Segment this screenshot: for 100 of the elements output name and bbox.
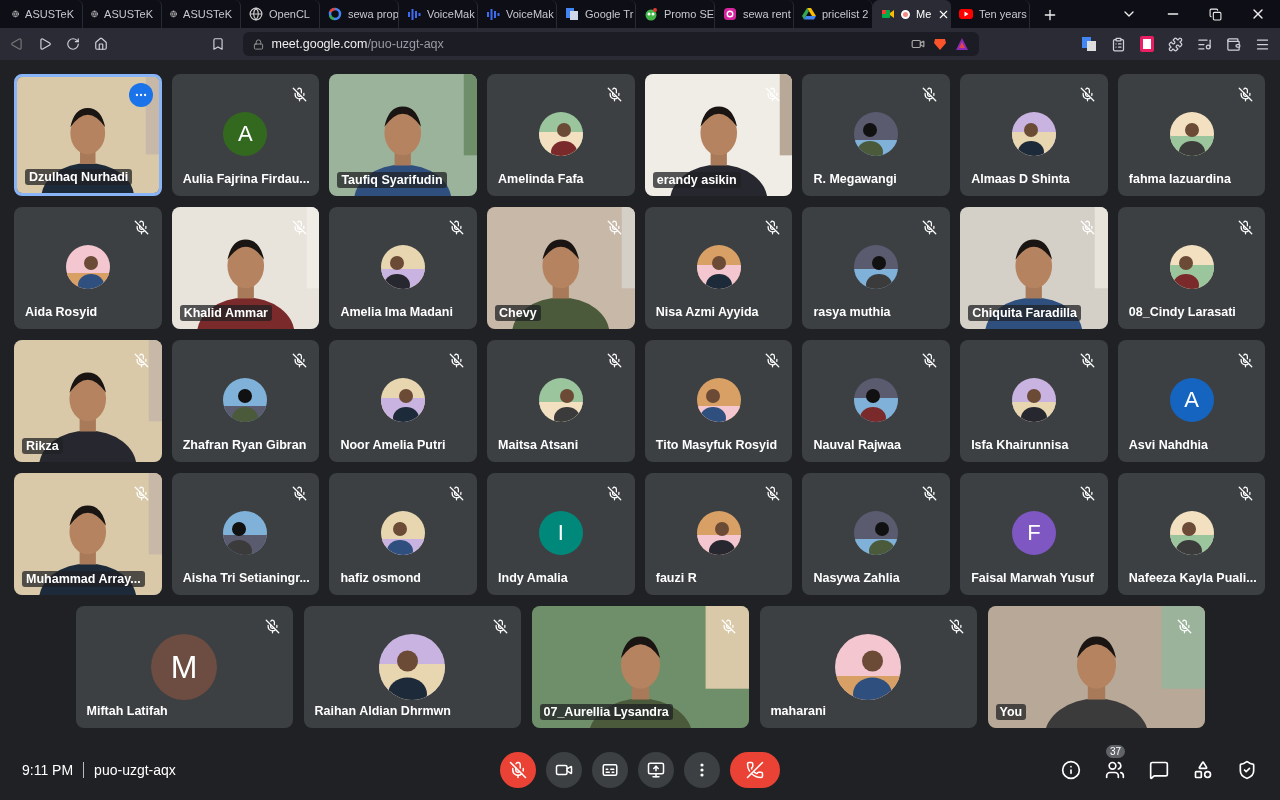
leave-call-button[interactable] — [730, 752, 780, 788]
sound-bars-icon — [407, 7, 421, 21]
lock-icon — [252, 38, 264, 50]
letter-avatar: F — [1011, 511, 1056, 555]
url-path: /puo-uzgt-aqx — [367, 37, 444, 51]
home-icon[interactable] — [94, 37, 108, 51]
address-field[interactable]: meet.google.com/puo-uzgt-aqx — [242, 32, 979, 56]
colored-square-icon[interactable] — [1140, 36, 1154, 52]
participant-name: Raihan Aldian Dhrmwn — [314, 704, 451, 718]
participant-name: 08_Cindy Larasati — [1128, 305, 1236, 319]
forward-icon[interactable] — [38, 37, 52, 51]
participant-name: Almaas D Shinta — [971, 172, 1070, 186]
wallet-icon[interactable] — [1226, 36, 1241, 52]
participant-name: Faisal Marwah Yusuf — [971, 571, 1094, 585]
participant-name: Maitsa Atsani — [498, 438, 579, 452]
back-icon[interactable] — [10, 37, 24, 51]
playlist-icon[interactable] — [1197, 36, 1212, 52]
participant-name: Aulia Fajrina Firdau... — [182, 172, 310, 186]
owl-icon — [644, 7, 658, 21]
present-button[interactable] — [638, 752, 674, 788]
letter-avatar: A — [223, 112, 268, 156]
participant-name: Rikza — [22, 438, 63, 454]
tab-title: Promo SE — [664, 8, 714, 20]
letter-avatar: M — [151, 634, 217, 700]
url-host: meet.google.com — [271, 37, 368, 51]
info-icon — [1061, 760, 1081, 780]
tab-title: VoiceMak — [506, 8, 554, 20]
meeting-code: puo-uzgt-aqx — [94, 762, 176, 778]
participant-name: R. Megawangi — [813, 172, 897, 186]
tab-title: sewa rent — [743, 8, 791, 20]
participant-name: Dzulhaq Nurhadi — [25, 169, 133, 185]
restore-icon[interactable] — [1209, 7, 1222, 21]
tab-title: Google Tr — [585, 8, 634, 20]
captions-icon — [601, 761, 619, 779]
participant-name: Nisa Azmi Ayyida — [655, 305, 759, 319]
globe-icon — [249, 7, 263, 21]
video-camera-icon — [881, 7, 895, 21]
globe-icon — [12, 7, 20, 21]
participant-name: Isfa Khairunnisa — [971, 438, 1069, 452]
participant-name: erandy asikin — [652, 172, 741, 188]
reload-icon[interactable] — [66, 37, 80, 51]
participant-name: Nafeeza Kayla Puali... — [1128, 571, 1257, 585]
activities-button[interactable] — [1192, 759, 1214, 781]
more-options-button[interactable] — [684, 752, 720, 788]
browser-tab[interactable]: Me — [873, 0, 951, 28]
letter-avatar: A — [1169, 378, 1214, 422]
camera-icon[interactable] — [910, 37, 925, 51]
translate-icon[interactable] — [1081, 36, 1097, 52]
participant-name: You — [995, 704, 1027, 720]
extensions-icon[interactable] — [1168, 36, 1183, 52]
tab-title: ASUSTeK — [25, 8, 74, 20]
people-icon — [1105, 760, 1125, 780]
tab-title: Me — [916, 8, 932, 20]
participant-name: Nasywa Zahlia — [813, 571, 900, 585]
chat-icon — [1149, 760, 1169, 780]
info-button[interactable] — [1060, 759, 1082, 781]
tab-title: OpenCL — [269, 8, 310, 20]
screen-share-icon — [647, 761, 665, 779]
triangle-icon[interactable] — [954, 37, 969, 51]
participant-name: fahma lazuardina — [1128, 172, 1231, 186]
participant-name: rasya muthia — [813, 305, 891, 319]
dots-icon — [700, 763, 704, 777]
participant-name: Khalid Ammar — [179, 305, 272, 321]
participant-name: 07_Aurellia Lysandra — [539, 704, 673, 720]
document-icon — [565, 7, 579, 21]
play-icon — [959, 7, 973, 21]
chat-button[interactable] — [1148, 759, 1170, 781]
mic-off-icon — [509, 761, 527, 779]
tab-title: ASUSTeK — [104, 8, 153, 20]
participant-name: Indy Amalia — [498, 571, 568, 585]
camera-button[interactable] — [546, 752, 582, 788]
sound-bars-icon — [486, 7, 500, 21]
bookmark-icon[interactable] — [210, 37, 225, 51]
participant-name: hafiz osmond — [340, 571, 421, 585]
participant-name: Muhammad Array... — [22, 571, 145, 587]
participant-name: Nauval Rajwaa — [813, 438, 901, 452]
triangle-icon — [802, 7, 816, 21]
participant-name: Chevy — [495, 305, 541, 321]
participant-name: Zhafran Ryan Gibran — [182, 438, 307, 452]
participant-name: Tito Masyfuk Rosyid — [655, 438, 778, 452]
new-tab-icon[interactable] — [1042, 7, 1058, 23]
shield-icon — [1237, 760, 1257, 780]
clipboard-icon[interactable] — [1111, 36, 1126, 52]
menu-icon[interactable] — [1255, 36, 1270, 52]
phone-hang-up-icon — [746, 761, 764, 779]
participant-name: Aisha Tri Setianingr... — [182, 571, 310, 585]
participant-name: Taufiq Syarifudin — [337, 172, 447, 188]
tab-title: Ten years — [979, 8, 1027, 20]
microphone-button[interactable] — [500, 752, 536, 788]
participant-name: Chiquita Faradilla — [968, 305, 1081, 321]
tab-title: ASUSTeK — [183, 8, 232, 20]
captions-button[interactable] — [592, 752, 628, 788]
participant-name: Miftah Latifah — [86, 704, 168, 718]
participant-name: Noor Amelia Putri — [340, 438, 446, 452]
participant-name: Amelia Ima Madani — [340, 305, 453, 319]
tab-title: VoiceMak — [427, 8, 475, 20]
participant-name: maharani — [770, 704, 827, 718]
letter-avatar: I — [538, 511, 583, 555]
tab-title: sewa prop — [348, 8, 398, 20]
participant-name: Asvi Nahdhia — [1128, 438, 1208, 452]
